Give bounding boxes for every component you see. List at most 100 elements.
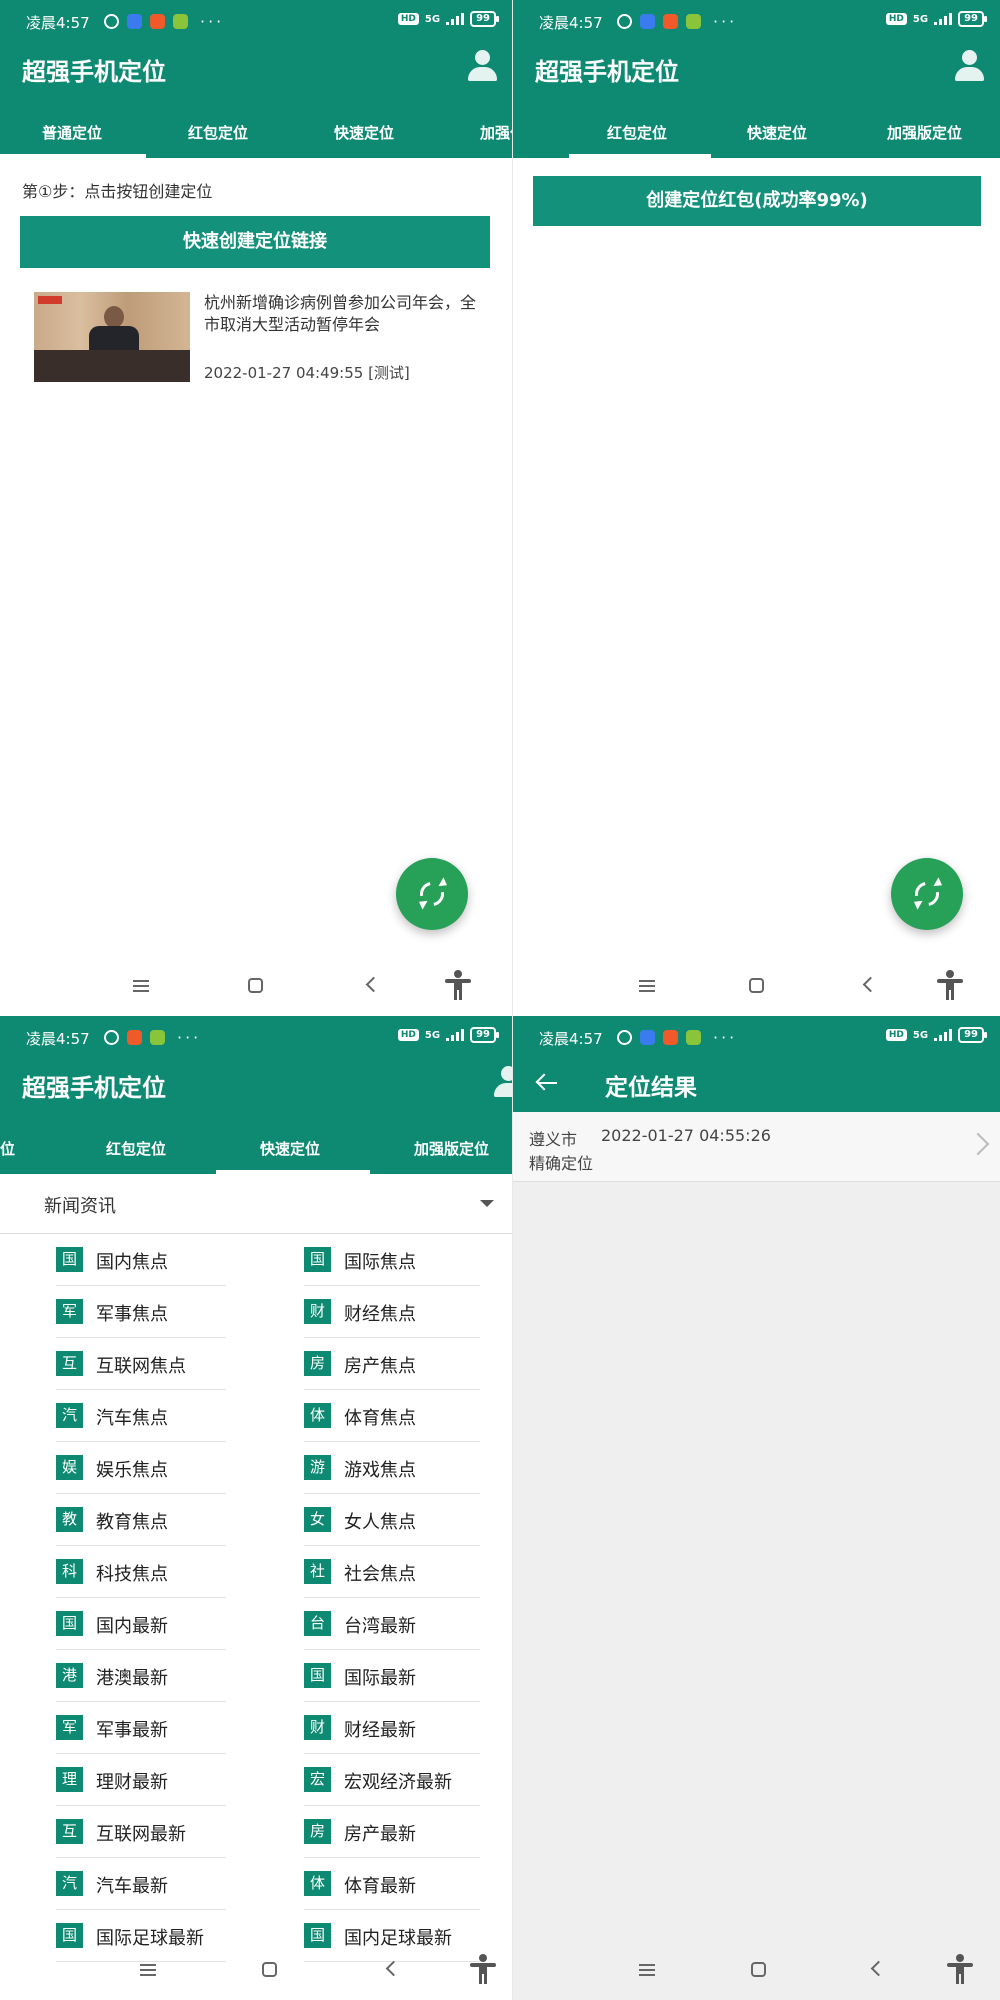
create-redpacket-button[interactable]: 创建定位红包(成功率99%): [533, 176, 981, 226]
category-item[interactable]: 国国内最新: [36, 1598, 236, 1650]
status-time: 凌晨4:57: [539, 1030, 603, 1048]
refresh-button[interactable]: [891, 858, 963, 930]
menu-icon[interactable]: [133, 980, 149, 992]
category-label: 汽车最新: [96, 1876, 168, 1897]
category-item[interactable]: 港港澳最新: [36, 1650, 236, 1702]
accessibility-icon[interactable]: [445, 970, 471, 1000]
tab-enhanced-locate[interactable]: 加强版定位: [887, 122, 962, 143]
accessibility-icon[interactable]: [470, 1954, 496, 1984]
category-item[interactable]: 教教育焦点: [36, 1494, 236, 1546]
category-item[interactable]: 汽汽车最新: [36, 1858, 236, 1910]
category-item[interactable]: 房房产焦点: [284, 1338, 484, 1390]
category-item[interactable]: 宏宏观经济最新: [284, 1754, 484, 1806]
result-row[interactable]: 遵义市 2022-01-27 04:55:26 精确定位: [513, 1112, 1000, 1182]
news-section-header[interactable]: 新闻资讯: [0, 1174, 512, 1234]
category-item[interactable]: 科科技焦点: [36, 1546, 236, 1598]
tab-quick-locate[interactable]: 快速定位: [260, 1138, 320, 1159]
category-item[interactable]: 台台湾最新: [284, 1598, 484, 1650]
menu-icon[interactable]: [140, 1964, 156, 1976]
home-icon[interactable]: [248, 978, 263, 993]
category-item[interactable]: 游游戏焦点: [284, 1442, 484, 1494]
accessibility-icon[interactable]: [947, 1954, 973, 1984]
tab-normal-locate[interactable]: 普通定位: [42, 122, 102, 143]
tab-bar: 普通定位 红包定位 快速定位 加强位: [0, 108, 512, 158]
category-item[interactable]: 财财经焦点: [284, 1286, 484, 1338]
category-item[interactable]: 财财经最新: [284, 1702, 484, 1754]
category-badge: 台: [304, 1611, 331, 1636]
home-icon[interactable]: [749, 978, 764, 993]
tab-quick-locate[interactable]: 快速定位: [747, 122, 807, 143]
home-icon[interactable]: [262, 1962, 277, 1977]
category-badge: 军: [56, 1715, 83, 1740]
tab-enhanced-locate[interactable]: 加强版定位: [414, 1138, 489, 1159]
category-badge: 宏: [304, 1767, 331, 1792]
category-item[interactable]: 国国际焦点: [284, 1234, 484, 1286]
screen-redpacket-locate: 凌晨4:57 ··· HD 5G 99 超强手机定位 红包定位 快速定位 加强版…: [512, 0, 1000, 1016]
tab-normal-locate[interactable]: 位: [0, 1138, 15, 1159]
network-label: 5G: [424, 13, 441, 25]
back-icon[interactable]: [870, 1960, 887, 1977]
tab-enhanced-locate[interactable]: 加强位: [480, 122, 512, 143]
user-icon[interactable]: [953, 50, 985, 82]
category-badge: 财: [304, 1715, 331, 1740]
category-label: 港澳最新: [96, 1668, 168, 1689]
create-link-button[interactable]: 快速创建定位链接: [20, 216, 490, 268]
user-icon[interactable]: [492, 1066, 512, 1098]
category-item[interactable]: 互互联网焦点: [36, 1338, 236, 1390]
app-notification-icon: [640, 1030, 655, 1045]
category-badge: 国: [304, 1663, 331, 1688]
menu-icon[interactable]: [639, 980, 655, 992]
category-badge: 娱: [56, 1455, 83, 1480]
back-icon[interactable]: [365, 976, 382, 993]
category-item[interactable]: 体体育最新: [284, 1858, 484, 1910]
category-item[interactable]: 国国际最新: [284, 1650, 484, 1702]
status-icons: ···: [617, 12, 737, 31]
category-label: 国际最新: [344, 1668, 416, 1689]
tab-redpacket-locate[interactable]: 红包定位: [607, 122, 667, 143]
app-title: 超强手机定位: [22, 58, 166, 86]
category-item[interactable]: 国国内焦点: [36, 1234, 236, 1286]
back-icon[interactable]: [862, 976, 879, 993]
hd-badge: HD: [397, 1029, 419, 1041]
back-arrow-icon[interactable]: [535, 1072, 557, 1094]
app-header: 凌晨4:57 ··· HD 5G 99 超强手机定位 红包定位 快速定位 加强版…: [513, 0, 1000, 158]
tab-indicator: [569, 154, 711, 158]
network-label: 5G: [424, 1029, 441, 1041]
news-item[interactable]: 杭州新增确诊病例曾参加公司年会，全市取消大型活动暂停年会 2022-01-27 …: [34, 292, 494, 382]
status-right: HD 5G 99: [885, 1027, 987, 1043]
category-label: 房产最新: [344, 1824, 416, 1845]
more-notifications-icon: ···: [177, 1028, 202, 1047]
user-icon[interactable]: [466, 50, 498, 82]
news-title: 杭州新增确诊病例曾参加公司年会，全市取消大型活动暂停年会: [204, 293, 477, 334]
category-item[interactable]: 军军事焦点: [36, 1286, 236, 1338]
category-badge: 国: [56, 1247, 83, 1272]
refresh-button[interactable]: [396, 858, 468, 930]
category-item[interactable]: 女女人焦点: [284, 1494, 484, 1546]
category-badge: 科: [56, 1559, 83, 1584]
accessibility-icon[interactable]: [937, 970, 963, 1000]
tab-redpacket-locate[interactable]: 红包定位: [106, 1138, 166, 1159]
category-item[interactable]: 理理财最新: [36, 1754, 236, 1806]
status-time: 凌晨4:57: [26, 1030, 90, 1048]
category-label: 体育最新: [344, 1876, 416, 1897]
section-title: 新闻资讯: [44, 1196, 116, 1217]
home-icon[interactable]: [751, 1962, 766, 1977]
back-icon[interactable]: [385, 1960, 402, 1977]
category-item[interactable]: 体体育焦点: [284, 1390, 484, 1442]
menu-icon[interactable]: [639, 1964, 655, 1976]
category-badge: 港: [56, 1663, 83, 1688]
category-item[interactable]: 汽汽车焦点: [36, 1390, 236, 1442]
battery-icon: 99: [470, 11, 499, 27]
system-nav-bar: [0, 956, 512, 1016]
tab-redpacket-locate[interactable]: 红包定位: [188, 122, 248, 143]
result-header: 凌晨4:57 ··· HD 5G 99 定位结果: [513, 1016, 1000, 1112]
category-label: 科技焦点: [96, 1564, 168, 1585]
tab-quick-locate[interactable]: 快速定位: [334, 122, 394, 143]
category-item[interactable]: 军军事最新: [36, 1702, 236, 1754]
category-item[interactable]: 房房产最新: [284, 1806, 484, 1858]
battery-icon: 99: [958, 11, 987, 27]
category-item[interactable]: 娱娱乐焦点: [36, 1442, 236, 1494]
category-item[interactable]: 互互联网最新: [36, 1806, 236, 1858]
category-item[interactable]: 社社会焦点: [284, 1546, 484, 1598]
status-time: 凌晨4:57: [539, 14, 603, 32]
